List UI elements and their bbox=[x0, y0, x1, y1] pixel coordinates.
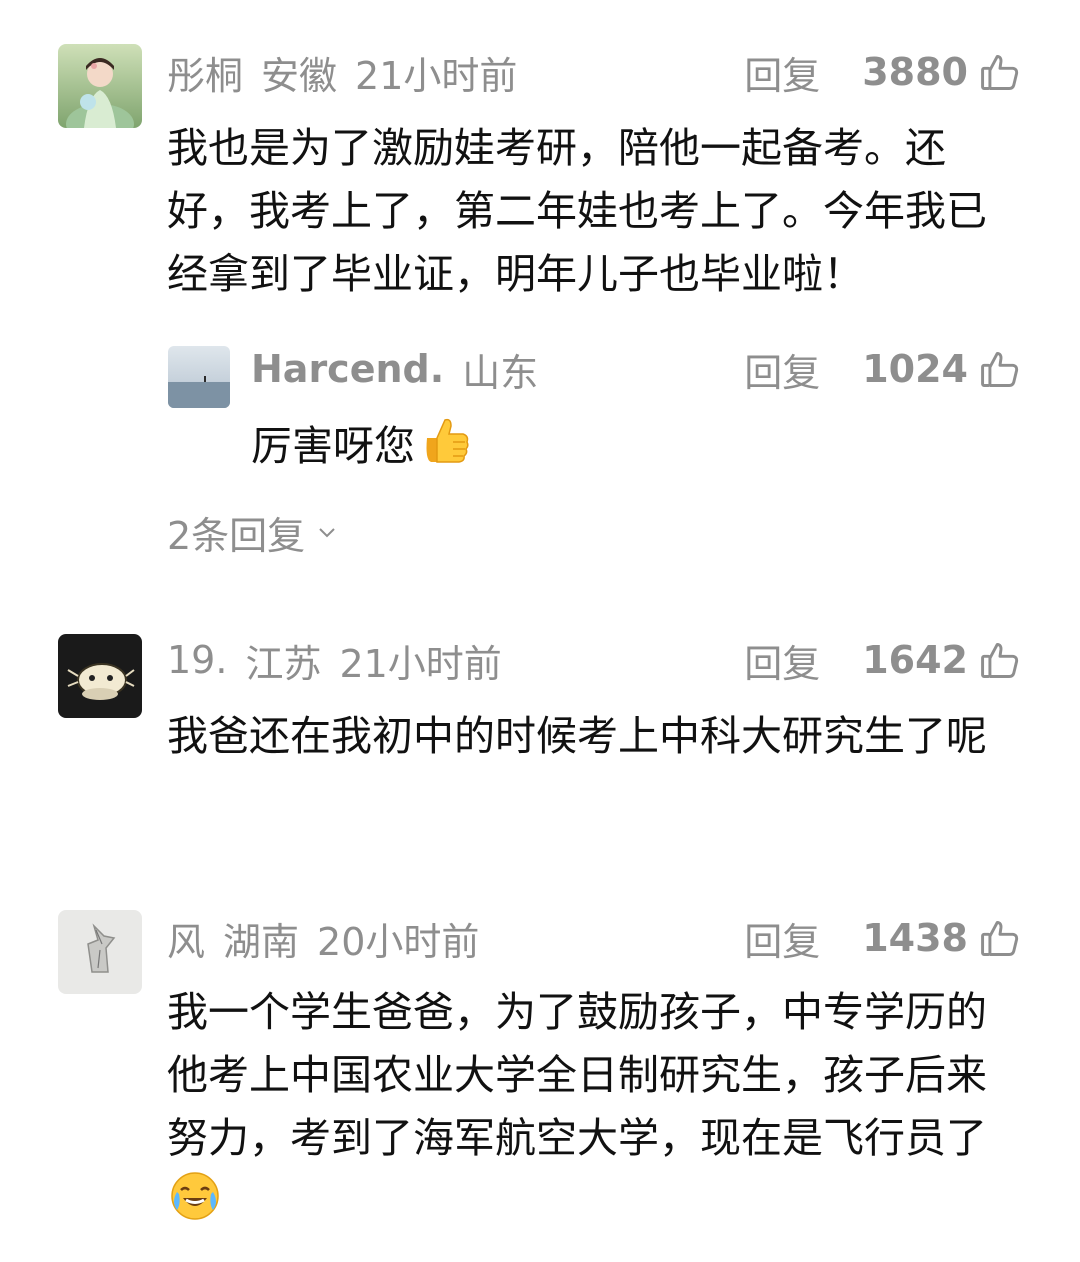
reply-button[interactable]: 回复 bbox=[744, 911, 820, 966]
avatar[interactable] bbox=[168, 346, 230, 408]
username[interactable]: 彤桐 bbox=[167, 45, 243, 100]
comment-actions: 回复 1438 bbox=[744, 909, 1022, 967]
reply-actions: 回复 1024 bbox=[744, 340, 1022, 398]
thumbs-up-icon[interactable] bbox=[978, 916, 1022, 960]
reply-button[interactable]: 回复 bbox=[744, 45, 820, 100]
timestamp: 21小时前 bbox=[339, 641, 502, 686]
avatar[interactable] bbox=[58, 44, 142, 128]
like-count: 3880 bbox=[862, 50, 968, 94]
username[interactable]: 风 bbox=[167, 911, 205, 966]
reply-text-content: 厉害呀您 bbox=[251, 422, 415, 470]
reply-button[interactable]: 回复 bbox=[744, 342, 820, 397]
user-region: 安徽 bbox=[261, 53, 338, 98]
comment-actions: 回复 3880 bbox=[744, 43, 1022, 101]
thumbs-up-icon[interactable] bbox=[978, 50, 1022, 94]
thumbs-up-icon[interactable] bbox=[978, 347, 1022, 391]
comment-meta: 风 湖南 20小时前 bbox=[167, 909, 479, 967]
comment-meta: 19. 江苏 21小时前 bbox=[167, 631, 502, 689]
comment-text: 我爸还在我初中的时候考上中科大研究生了呢 bbox=[167, 712, 987, 760]
like-count: 1024 bbox=[862, 347, 968, 391]
comment-text: 我一个学生爸爸，为了鼓励孩子，中专学历的他考上中国农业大学全日制研究生，孩子后来… bbox=[167, 981, 1017, 1240]
comment-meta: 彤桐 安徽 21小时前 bbox=[167, 43, 517, 101]
thumbs-up-emoji bbox=[417, 412, 473, 486]
crying-laughing-emoji bbox=[169, 1170, 221, 1240]
comment-actions: 回复 1642 bbox=[744, 631, 1022, 689]
reply-text: 厉害呀您 bbox=[251, 412, 1011, 486]
reply-button[interactable]: 回复 bbox=[744, 633, 820, 688]
comment-text-content: 我一个学生爸爸，为了鼓励孩子，中专学历的他考上中国农业大学全日制研究生，孩子后来… bbox=[167, 988, 987, 1162]
reply-meta: Harcend. 山东 bbox=[251, 340, 556, 398]
username[interactable]: Harcend. bbox=[251, 347, 444, 391]
more-replies-button[interactable]: 2条回复 bbox=[167, 504, 339, 560]
like-count: 1438 bbox=[862, 916, 968, 960]
avatar[interactable] bbox=[58, 910, 142, 994]
user-region: 山东 bbox=[462, 350, 539, 395]
more-replies-label: 2条回复 bbox=[167, 513, 306, 558]
timestamp: 20小时前 bbox=[317, 919, 480, 964]
user-region: 湖南 bbox=[223, 919, 300, 964]
timestamp: 21小时前 bbox=[355, 53, 518, 98]
user-region: 江苏 bbox=[245, 641, 322, 686]
comment-text: 我也是为了激励娃考研，陪他一起备考。还好，我考上了，第二年娃也考上了。今年我已经… bbox=[167, 124, 987, 298]
avatar[interactable] bbox=[58, 634, 142, 718]
username[interactable]: 19. bbox=[167, 638, 227, 682]
like-count: 1642 bbox=[862, 638, 968, 682]
thumbs-up-icon[interactable] bbox=[978, 638, 1022, 682]
chevron-down-icon bbox=[315, 520, 339, 544]
